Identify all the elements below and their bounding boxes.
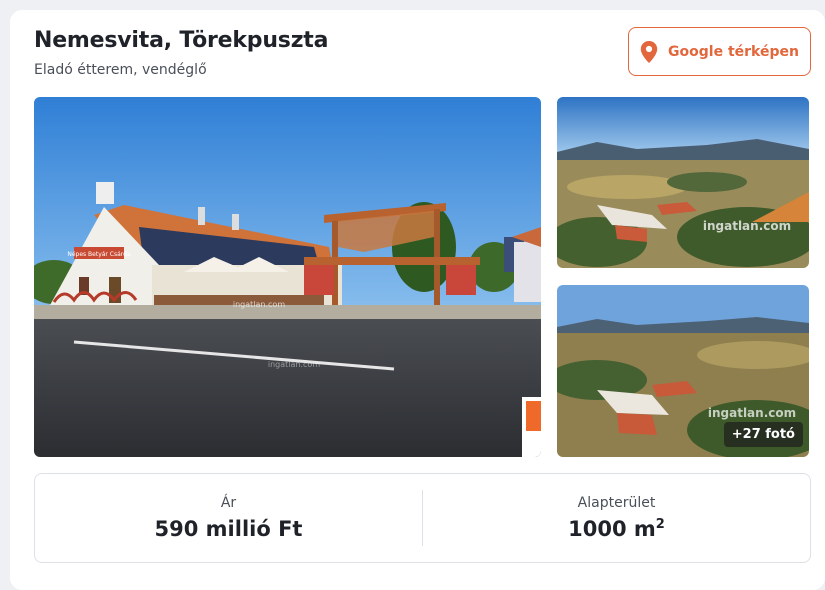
area-label: Alapterület xyxy=(577,495,656,511)
watermark-main-bottom: ingatlan.com xyxy=(268,360,320,369)
more-photos-badge[interactable]: +27 fotó xyxy=(723,422,803,447)
watermark-side2: ingatlan.com xyxy=(708,406,796,420)
listing-title: Nemesvita, Törekpuszta xyxy=(34,28,329,53)
watermark-main-top: ingatlan.com xyxy=(233,300,285,309)
price-stat: Ár 590 millió Ft xyxy=(35,474,422,562)
watermark-side1: ingatlan.com xyxy=(703,219,791,233)
restaurant-sign: Népes Betyár Csárda xyxy=(67,251,131,258)
area-stat: Alapterület 1000 m2 xyxy=(423,474,810,562)
google-map-button-label: Google térképen xyxy=(668,43,799,60)
area-unit-sup: 2 xyxy=(655,517,665,532)
side-photo-2[interactable]: ingatlan.com +27 fotó xyxy=(557,285,809,457)
main-photo[interactable]: Népes Betyár Csárda ingatlan.com ingatla… xyxy=(34,97,541,457)
side-photo-1[interactable]: ingatlan.com xyxy=(557,97,809,268)
map-pin-icon xyxy=(640,40,658,63)
price-label: Ár xyxy=(220,495,237,511)
listing-subtitle: Eladó étterem, vendéglő xyxy=(34,62,207,78)
stats-box: Ár 590 millió Ft Alapterület 1000 m2 xyxy=(34,473,811,563)
price-value: 590 millió Ft xyxy=(154,517,303,541)
google-map-button[interactable]: Google térképen xyxy=(628,27,811,76)
area-value-wrap: 1000 m2 xyxy=(568,517,665,541)
listing-card: Nemesvita, Törekpuszta Eladó étterem, ve… xyxy=(10,10,825,590)
area-value: 1000 m xyxy=(568,517,656,541)
